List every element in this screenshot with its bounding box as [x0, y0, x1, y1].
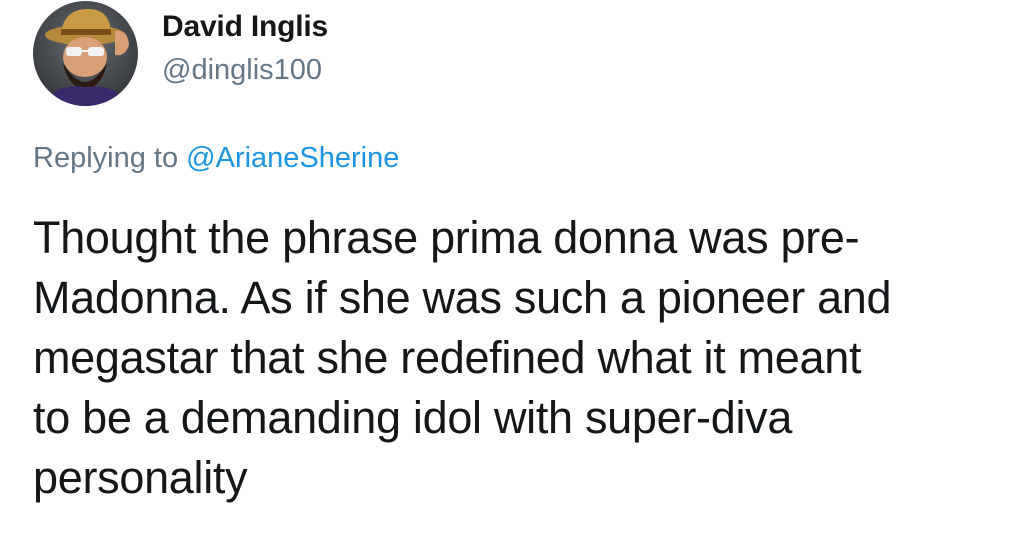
tweet-text-line: megastar that she redefined what it mean… — [33, 332, 862, 383]
tweet-text: Thought the phrase prima donna was pre- … — [33, 208, 993, 508]
replying-to: Replying to @ArianeSherine — [33, 142, 399, 175]
tweet-text-line: Madonna. As if she was such a pioneer an… — [33, 272, 892, 323]
display-name[interactable]: David Inglis — [162, 10, 328, 44]
tweet-text-line: Thought the phrase prima donna was pre- — [33, 212, 860, 263]
avatar-image — [33, 1, 138, 106]
reply-mention-link[interactable]: @ArianeSherine — [186, 142, 399, 174]
tweet-text-line: personality — [33, 452, 248, 503]
tweet-text-line: to be a demanding idol with super-diva — [33, 392, 793, 443]
tweet-card: David Inglis @dinglis100 Replying to @Ar… — [0, 0, 1024, 537]
user-handle[interactable]: @dinglis100 — [162, 54, 322, 87]
replying-to-label: Replying to — [33, 142, 179, 174]
avatar[interactable] — [33, 1, 138, 106]
